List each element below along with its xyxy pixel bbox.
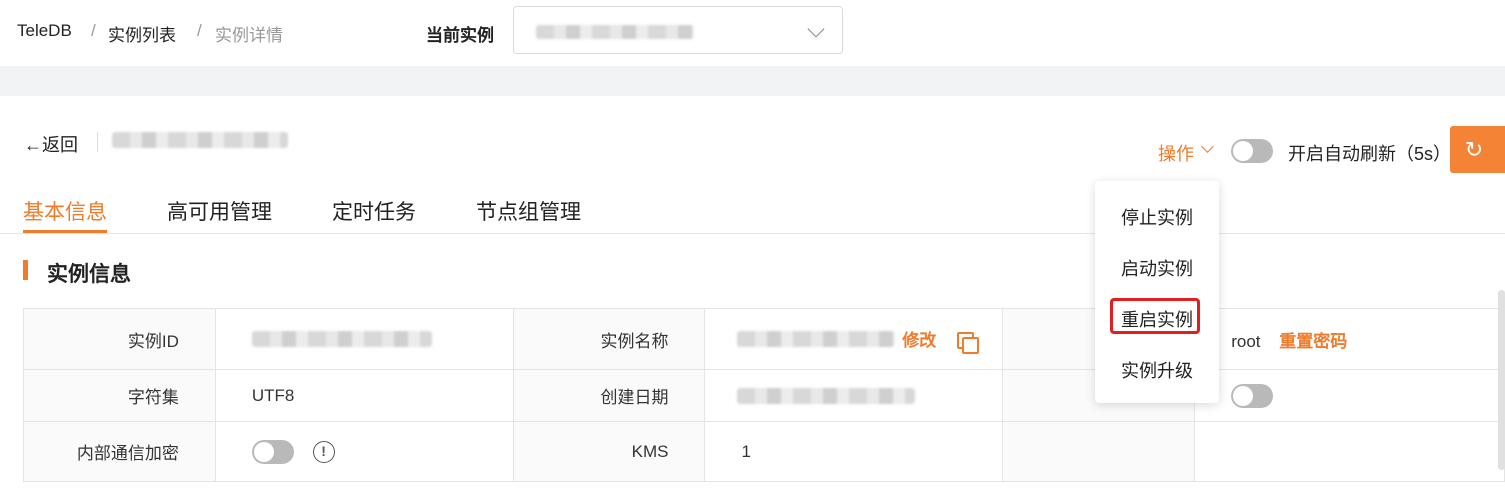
row2-toggle-cell: [1194, 369, 1505, 422]
modify-name-link[interactable]: 修改: [902, 331, 936, 350]
instance-info-table: 实例ID 实例名称 修改 root 重置密码 字符集 UTF8 创建日期 S 内…: [23, 308, 1505, 482]
charset-value: UTF8: [214, 369, 514, 422]
info-icon[interactable]: !: [312, 440, 335, 463]
empty-value: [1194, 421, 1505, 482]
user-value: root: [1231, 331, 1261, 351]
restart-highlight-box: [1110, 298, 1200, 334]
internal-encryption-toggle[interactable]: [251, 439, 294, 464]
kms-value: 1: [704, 421, 1004, 482]
redacted-instance-title: [112, 132, 288, 148]
instance-select[interactable]: [513, 6, 843, 54]
instance-name-label: 实例名称: [512, 308, 706, 370]
tab-ha-management[interactable]: 高可用管理: [167, 196, 272, 226]
copy-icon[interactable]: [956, 331, 979, 354]
redacted-instance-name-cell: [737, 331, 896, 347]
top-bar: TeleDB / 实例列表 / 实例详情 当前实例: [0, 0, 1505, 66]
menu-item-stop-instance[interactable]: 停止实例: [1095, 204, 1219, 230]
operation-menu-button[interactable]: 操作: [1158, 140, 1194, 166]
breadcrumb-teledb[interactable]: TeleDB: [17, 21, 72, 41]
current-instance-label: 当前实例: [426, 26, 494, 45]
internal-encryption-label: 内部通信加密: [23, 421, 216, 482]
breadcrumb-separator: /: [91, 21, 96, 40]
refresh-icon: ↻: [1464, 137, 1484, 162]
operation-dropdown: 停止实例 启动实例 重启实例 实例升级: [1095, 181, 1219, 403]
chevron-down-icon: [1201, 140, 1214, 153]
back-button[interactable]: ←返回: [24, 131, 78, 157]
redacted-instance-id: [251, 331, 432, 347]
scrollbar[interactable]: [1498, 290, 1505, 470]
section-marker: [23, 260, 28, 280]
reset-password-link[interactable]: 重置密码: [1279, 332, 1347, 351]
setting-toggle[interactable]: [1231, 384, 1274, 408]
divider: [97, 132, 98, 152]
menu-item-start-instance[interactable]: 启动实例: [1095, 255, 1219, 281]
table-row: 内部通信加密 ! KMS 1: [23, 421, 1505, 482]
created-date-value: [704, 369, 1004, 422]
section-title: 实例信息: [47, 263, 131, 286]
user-value-cell: root 重置密码: [1194, 308, 1505, 370]
page-band: [0, 66, 1505, 96]
instance-name-value: 修改: [704, 308, 1004, 370]
charset-label: 字符集: [23, 369, 216, 422]
redacted-instance-name: [536, 25, 694, 39]
breadcrumb-instance-list[interactable]: 实例列表: [108, 21, 176, 46]
menu-item-upgrade-instance[interactable]: 实例升级: [1095, 357, 1219, 383]
created-date-label: 创建日期: [512, 369, 706, 422]
instance-id-label: 实例ID: [23, 308, 216, 370]
tab-node-group-management[interactable]: 节点组管理: [476, 196, 581, 226]
internal-encryption-value: !: [214, 421, 514, 482]
breadcrumb-instance-detail: 实例详情: [215, 26, 283, 45]
instance-id-value: [214, 308, 514, 370]
empty-label: [1002, 421, 1196, 482]
auto-refresh-toggle[interactable]: [1231, 139, 1273, 163]
tab-scheduled-tasks[interactable]: 定时任务: [332, 196, 416, 226]
kms-label: KMS: [512, 421, 706, 482]
chevron-down-icon: [807, 20, 825, 38]
auto-refresh-label: 开启自动刷新（5s）: [1288, 144, 1452, 164]
redacted-created-date: [737, 388, 916, 404]
breadcrumb-separator: /: [197, 21, 202, 40]
table-row: 实例ID 实例名称 修改 root 重置密码: [23, 308, 1505, 370]
refresh-button[interactable]: ↻: [1450, 126, 1505, 173]
tabs-divider: [0, 233, 1505, 234]
table-row: 字符集 UTF8 创建日期 S: [23, 369, 1505, 422]
tab-basic-info[interactable]: 基本信息: [23, 196, 107, 226]
